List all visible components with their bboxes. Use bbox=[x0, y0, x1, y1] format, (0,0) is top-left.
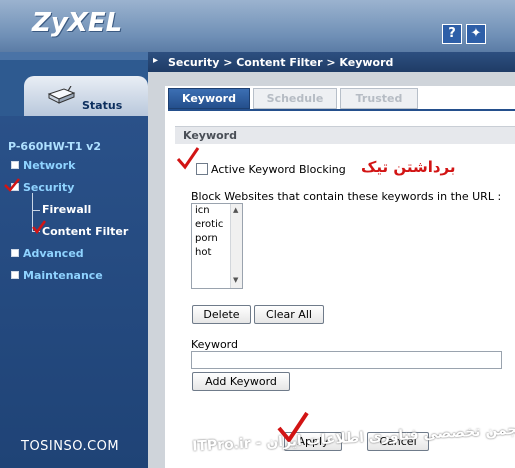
status-tab-label: Status bbox=[82, 99, 123, 112]
expand-icon[interactable] bbox=[11, 271, 19, 279]
breadcrumb-bar: ▸ Security > Content Filter > Keyword bbox=[148, 52, 515, 72]
status-tab[interactable]: Status bbox=[24, 76, 148, 116]
list-scrollbar[interactable]: ▲ ▼ bbox=[230, 204, 242, 288]
sidebar-item-firewall[interactable]: Firewall bbox=[42, 203, 91, 216]
red-check-annotation bbox=[4, 178, 20, 192]
section-title: Keyword bbox=[183, 129, 237, 142]
keyword-input[interactable] bbox=[191, 351, 502, 369]
keyword-field-label: Keyword bbox=[191, 338, 238, 351]
breadcrumb-arrow-icon: ▸ bbox=[153, 55, 159, 66]
clear-all-button[interactable]: Clear All bbox=[254, 305, 324, 324]
sidebar-item-security[interactable]: Security bbox=[11, 181, 74, 194]
sidebar-item-maintenance[interactable]: Maintenance bbox=[11, 269, 103, 282]
tab-trusted[interactable]: Trusted bbox=[340, 88, 418, 109]
expand-icon[interactable] bbox=[11, 249, 19, 257]
tab-schedule[interactable]: Schedule bbox=[253, 88, 337, 109]
scroll-up-icon[interactable]: ▲ bbox=[233, 206, 238, 214]
active-keyword-blocking-label: Active Keyword Blocking bbox=[211, 163, 346, 176]
sidebar-item-label: Advanced bbox=[23, 247, 84, 260]
red-check-annotation bbox=[32, 220, 46, 234]
active-keyword-blocking-checkbox[interactable] bbox=[196, 163, 208, 175]
sidebar-item-label: Security bbox=[23, 181, 75, 194]
wizard-icon[interactable]: ✦ bbox=[466, 24, 486, 44]
breadcrumb: Security > Content Filter > Keyword bbox=[168, 56, 394, 69]
sidebar-item-network[interactable]: Network bbox=[11, 159, 75, 172]
sidebar-item-label: Network bbox=[23, 159, 76, 172]
router-icon bbox=[47, 86, 76, 104]
sidebar-item-label: Maintenance bbox=[23, 269, 103, 282]
tree-branch bbox=[32, 210, 40, 211]
question-mark-icon[interactable]: ? bbox=[442, 24, 462, 44]
tab-underline bbox=[168, 109, 515, 111]
expand-icon[interactable] bbox=[11, 161, 19, 169]
top-header: ZyXEL ? ✦ bbox=[0, 0, 515, 52]
watermark-left: TOSINSO.COM bbox=[21, 439, 120, 454]
sidebar-strip bbox=[0, 52, 148, 60]
zyxel-logo: ZyXEL bbox=[32, 8, 123, 38]
scroll-down-icon[interactable]: ▼ bbox=[233, 276, 238, 284]
keyword-list[interactable]: icn erotic porn hot ▲ ▼ bbox=[191, 203, 243, 289]
delete-button[interactable]: Delete bbox=[192, 305, 251, 324]
block-websites-label: Block Websites that contain these keywor… bbox=[191, 190, 502, 203]
add-keyword-button[interactable]: Add Keyword bbox=[192, 372, 290, 391]
annotation-note: برداشتن تیک bbox=[361, 158, 456, 176]
sidebar-item-content-filter[interactable]: Content Filter bbox=[42, 225, 128, 238]
device-model: P-660HW-T1 v2 bbox=[8, 140, 102, 153]
tab-keyword[interactable]: Keyword bbox=[168, 88, 250, 109]
sidebar-item-advanced[interactable]: Advanced bbox=[11, 247, 84, 260]
section-header: Keyword bbox=[175, 126, 515, 144]
